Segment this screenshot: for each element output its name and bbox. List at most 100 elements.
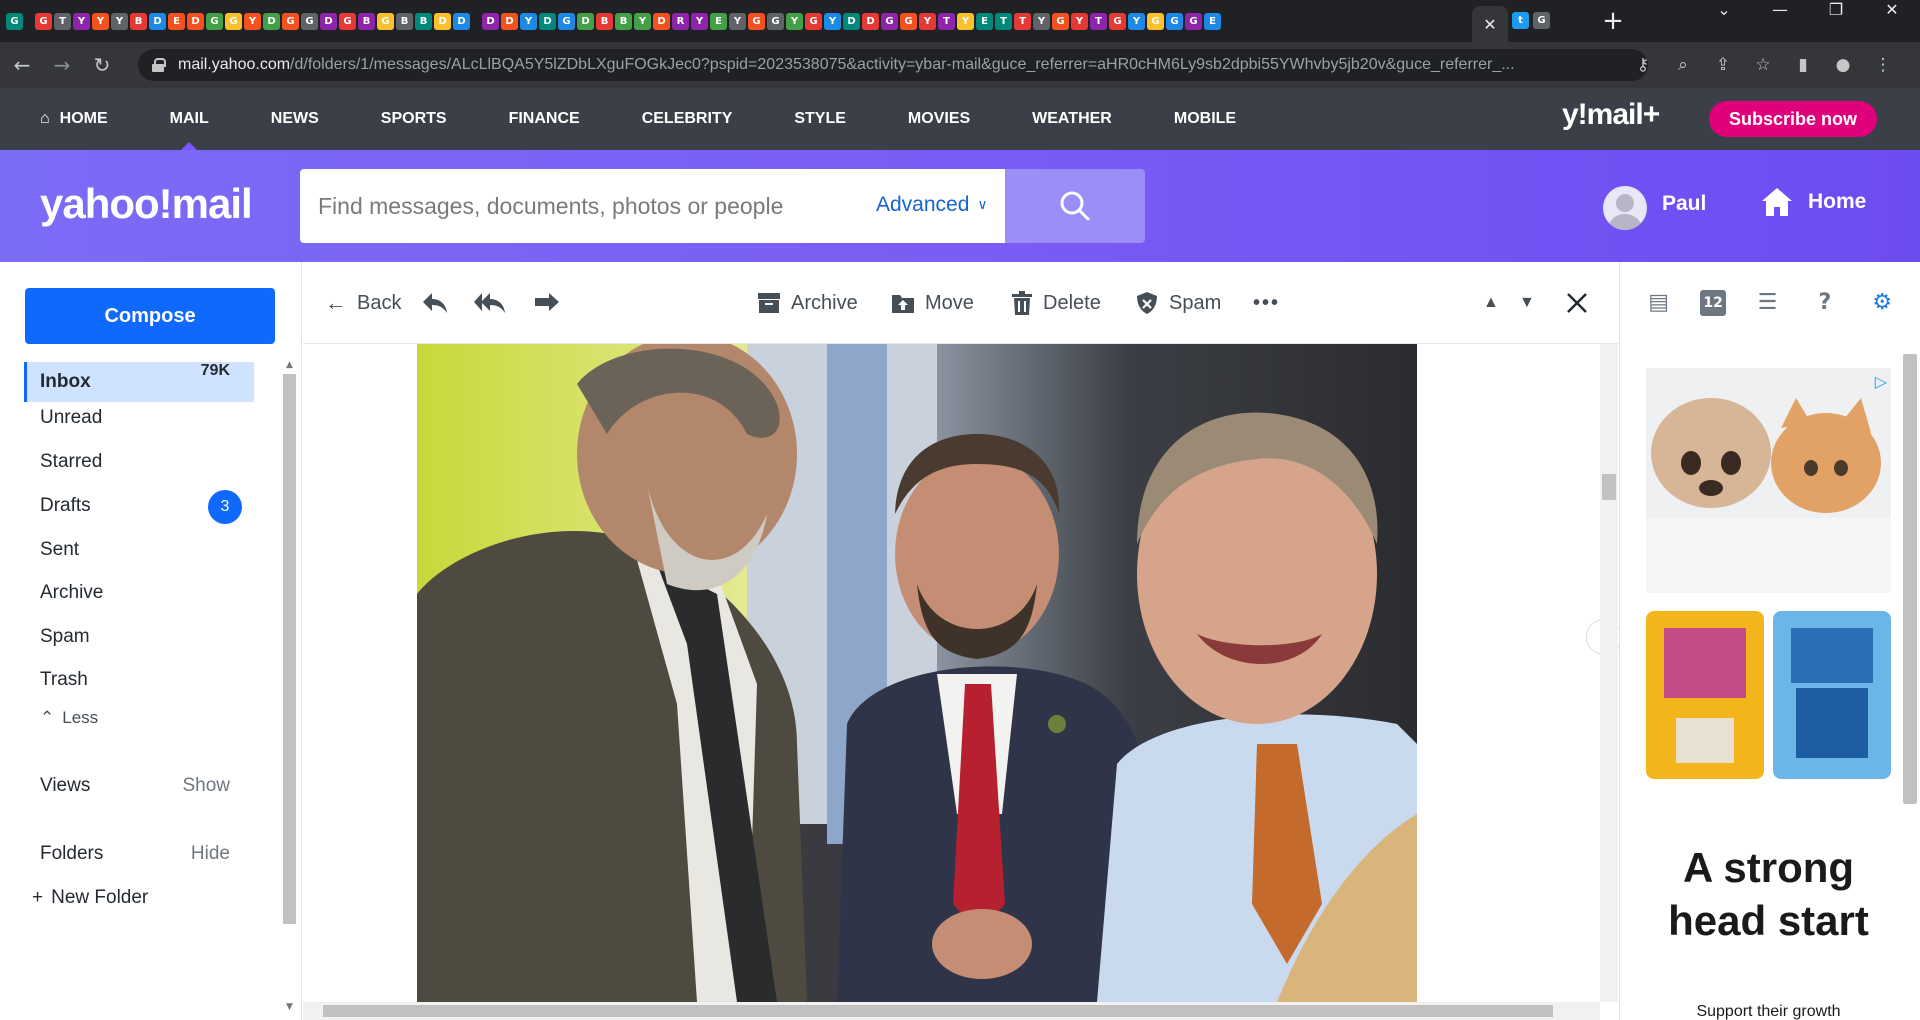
nav-mail[interactable]: MAIL — [170, 88, 209, 150]
nav-mobile[interactable]: MOBILE — [1174, 88, 1236, 150]
tab-favicon-icon[interactable]: Y — [634, 12, 651, 30]
tab-favicon-icon[interactable]: D — [187, 12, 204, 30]
ymail-plus-logo[interactable]: y!mail+ — [1562, 98, 1660, 132]
folder-trash[interactable]: Trash — [24, 660, 254, 700]
tab-favicon-icon[interactable]: G — [6, 12, 23, 30]
tab-favicon-icon[interactable]: T — [1014, 12, 1031, 30]
folder-drafts[interactable]: Drafts 3 — [24, 486, 254, 526]
message-vertical-scrollbar[interactable] — [1600, 344, 1618, 1002]
lock-icon[interactable] — [152, 58, 166, 72]
tab-favicon-icon[interactable]: G — [35, 12, 52, 30]
browser-menu-icon[interactable]: ⋮ — [1870, 55, 1896, 75]
tab-favicon-icon[interactable]: B — [358, 12, 375, 30]
search-input[interactable] — [318, 169, 858, 243]
minimize-button[interactable]: — — [1752, 0, 1808, 42]
archive-button[interactable]: Archive — [757, 288, 858, 318]
move-button[interactable]: Move — [891, 288, 974, 318]
tab-favicon-icon[interactable]: D — [577, 12, 594, 30]
reload-icon[interactable]: ↻ — [84, 47, 120, 83]
tab-favicon-icon[interactable]: D — [320, 12, 337, 30]
tab-favicon-icon[interactable]: D — [501, 12, 518, 30]
tab-icon[interactable]: G — [1533, 12, 1550, 29]
calendar-icon[interactable]: 12 — [1700, 290, 1727, 316]
folder-sent[interactable]: Sent — [24, 530, 254, 570]
tab-favicon-icon[interactable]: Y — [92, 12, 109, 30]
search-button[interactable] — [1005, 169, 1145, 243]
tab-favicon-icon[interactable]: Y — [729, 12, 746, 30]
settings-gear-icon[interactable]: ⚙ — [1866, 287, 1898, 319]
tab-favicon-icon[interactable]: E — [710, 12, 727, 30]
ad-choices-icon[interactable]: ▷ — [1875, 372, 1887, 391]
address-bar[interactable]: mail.yahoo.com/d/folders/1/messages/ALcL… — [138, 49, 1648, 81]
user-name[interactable]: Paul — [1662, 192, 1706, 216]
profile-icon[interactable]: ● — [1830, 55, 1856, 75]
zoom-icon[interactable]: ⌕ — [1670, 55, 1696, 75]
tab-favicon-icon[interactable]: Y — [73, 12, 90, 30]
reply-button[interactable] — [421, 288, 449, 318]
notepad-icon[interactable]: ☰ — [1751, 287, 1783, 319]
tab-favicon-icon[interactable]: Y — [244, 12, 261, 30]
tab-favicon-icon[interactable]: G — [1185, 12, 1202, 30]
tab-favicon-icon[interactable]: B — [415, 12, 432, 30]
tab-favicon-icon[interactable]: G — [558, 12, 575, 30]
sidebar-scroll-up[interactable]: ▲ — [283, 360, 296, 372]
folder-unread[interactable]: Unread — [24, 398, 254, 438]
nav-style[interactable]: STYLE — [794, 88, 846, 150]
tab-favicon-icon[interactable]: G — [748, 12, 765, 30]
tab-favicon-icon[interactable]: D — [149, 12, 166, 30]
close-window-button[interactable]: ✕ — [1864, 0, 1920, 42]
tab-favicon-icon[interactable]: T — [938, 12, 955, 30]
message-horizontal-scrollbar[interactable] — [303, 1002, 1600, 1020]
tab-favicon-icon[interactable]: G — [1147, 12, 1164, 30]
tab-favicon-icon[interactable]: G — [301, 12, 318, 30]
tab-favicon-icon[interactable]: Y — [919, 12, 936, 30]
nav-weather[interactable]: WEATHER — [1032, 88, 1112, 150]
tab-favicon-icon[interactable]: D — [263, 12, 280, 30]
nav-sports[interactable]: SPORTS — [381, 88, 447, 150]
folder-starred[interactable]: Starred — [24, 442, 254, 482]
scroll-thumb[interactable] — [1602, 474, 1616, 500]
tab-favicon-icon[interactable]: D — [539, 12, 556, 30]
tab-favicon-icon[interactable]: G — [282, 12, 299, 30]
folder-archive[interactable]: Archive — [24, 573, 254, 613]
tab-favicon-icon[interactable]: G — [225, 12, 242, 30]
tab-favicon-icon[interactable]: B — [130, 12, 147, 30]
less-toggle[interactable]: ⌃ Less — [24, 698, 254, 738]
previous-message-button[interactable]: ▲ — [1483, 288, 1499, 318]
tab-favicon-icon[interactable]: D — [434, 12, 451, 30]
folder-inbox[interactable]: Inbox 79K — [24, 362, 254, 402]
next-message-button[interactable]: ▼ — [1519, 288, 1535, 318]
nav-finance[interactable]: FINANCE — [509, 88, 580, 150]
maximize-button[interactable]: ❐ — [1808, 0, 1864, 42]
url-text[interactable]: mail.yahoo.com/d/folders/1/messages/ALcL… — [178, 56, 1638, 74]
views-section[interactable]: Views Show — [24, 766, 254, 806]
more-actions-button[interactable]: ••• — [1253, 288, 1280, 318]
folders-section[interactable]: Folders Hide — [24, 834, 254, 874]
tab-favicon-icon[interactable]: G — [1052, 12, 1069, 30]
tab-favicon-icon[interactable]: G — [767, 12, 784, 30]
tab-favicon-icon[interactable]: G — [900, 12, 917, 30]
active-tab-close-button[interactable]: ✕ — [1472, 6, 1508, 42]
tab-favicon-icon[interactable]: B — [396, 12, 413, 30]
advertisement[interactable]: ▷ A strong head start Support their grow… — [1646, 368, 1891, 1020]
forward-arrow-icon[interactable]: → — [44, 47, 80, 83]
tab-favicon-icon[interactable]: Y — [1033, 12, 1050, 30]
nav-home[interactable]: ⌂ HOME — [40, 88, 108, 150]
home-button[interactable]: Home — [1760, 186, 1866, 218]
avatar[interactable] — [1603, 186, 1647, 230]
tab-favicon-icon[interactable]: Y — [691, 12, 708, 30]
tab-search-icon[interactable]: ⌄ — [1696, 0, 1752, 42]
contacts-icon[interactable]: ▤ — [1643, 287, 1675, 319]
subscribe-now-button[interactable]: Subscribe now — [1709, 101, 1877, 137]
tab-favicon-icon[interactable]: G — [1166, 12, 1183, 30]
tab-favicon-icon[interactable]: G — [805, 12, 822, 30]
tab-favicon-icon[interactable]: Y — [111, 12, 128, 30]
tab-favicon-icon[interactable]: R — [672, 12, 689, 30]
tab-favicon-icon[interactable]: T — [1090, 12, 1107, 30]
bookmark-star-icon[interactable]: ☆ — [1750, 55, 1776, 75]
folders-hide-toggle[interactable]: Hide — [191, 834, 230, 874]
tab-favicon-icon[interactable]: T — [995, 12, 1012, 30]
close-message-button[interactable] — [1565, 288, 1589, 318]
tab-favicon-icon[interactable]: D — [843, 12, 860, 30]
back-button[interactable]: ← Back — [325, 288, 401, 318]
